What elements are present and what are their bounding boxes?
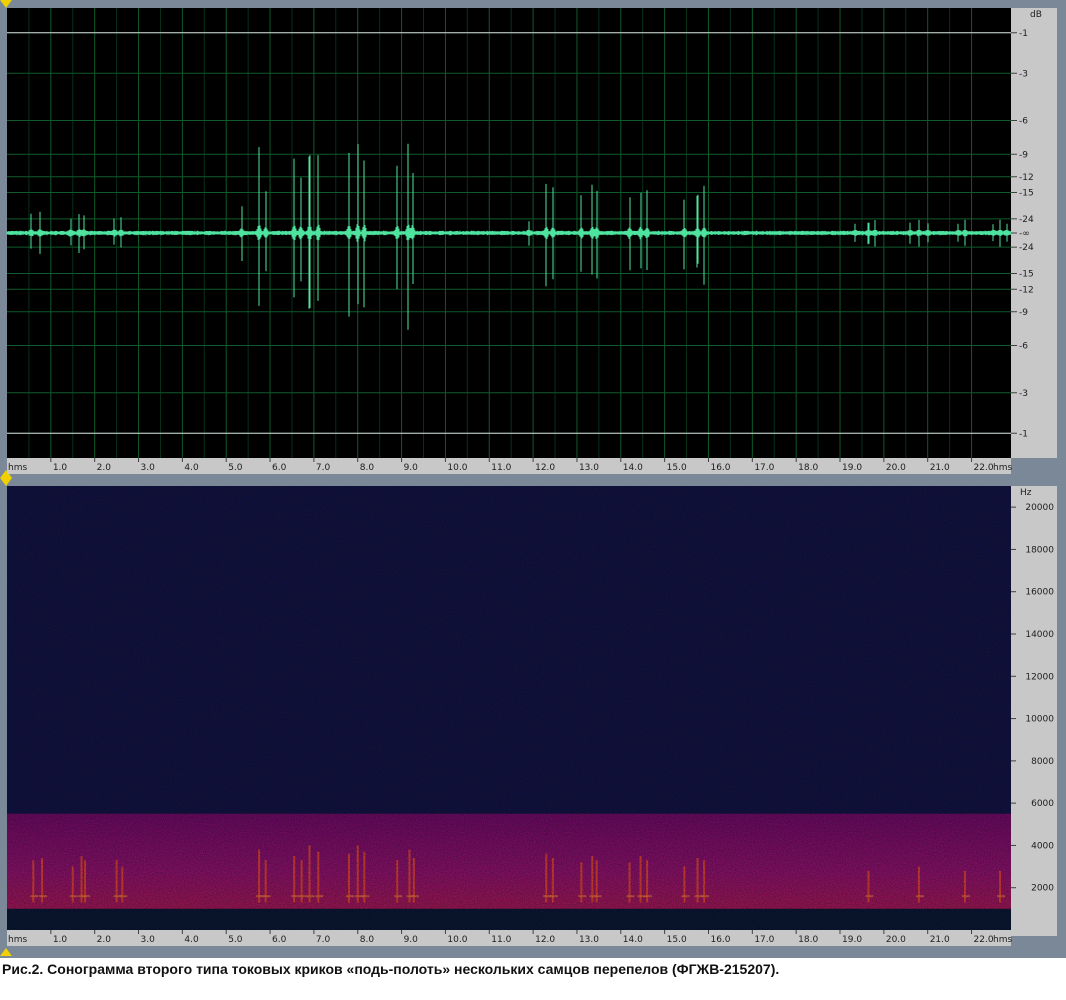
waveform-time-label: 21.0 bbox=[930, 463, 950, 473]
waveform-time-label: 4.0 bbox=[184, 463, 199, 473]
spectrogram-time-label: 1.0 bbox=[53, 935, 68, 945]
spectrogram-time-label: 7.0 bbox=[316, 935, 331, 945]
waveform-time-label: 6.0 bbox=[272, 463, 287, 473]
spectrogram-time-label: 3.0 bbox=[141, 935, 156, 945]
spectrogram-time-label: 5.0 bbox=[228, 935, 243, 945]
hz-ruler-label: 18000 bbox=[1025, 545, 1054, 555]
waveform-time-label: 8.0 bbox=[360, 463, 375, 473]
db-ruler-label: -1 bbox=[1019, 429, 1028, 439]
db-ruler-label: -24 bbox=[1019, 215, 1034, 225]
spectrogram-time-label: 13.0 bbox=[579, 935, 599, 945]
spectrogram-time-label: 4.0 bbox=[184, 935, 199, 945]
spectrogram-time-label: 18.0 bbox=[798, 935, 818, 945]
waveform-time-label: 1.0 bbox=[53, 463, 68, 473]
spectrogram-grain bbox=[7, 486, 1011, 936]
db-ruler bbox=[1011, 8, 1057, 458]
spectrogram-time-label: 22.0 bbox=[974, 935, 994, 945]
hz-ruler-label: 8000 bbox=[1031, 757, 1054, 767]
waveform-time-label: 2.0 bbox=[97, 463, 112, 473]
spectrogram-time-label: 8.0 bbox=[360, 935, 375, 945]
hz-ruler-label: 12000 bbox=[1025, 672, 1054, 682]
spectrogram-time-label: 12.0 bbox=[535, 935, 555, 945]
waveform-time-label: 9.0 bbox=[404, 463, 419, 473]
waveform-time-label: 15.0 bbox=[667, 463, 687, 473]
spectrogram-time-label: 9.0 bbox=[404, 935, 419, 945]
db-ruler-unit: dB bbox=[1030, 10, 1042, 20]
spectrogram-time-label: 14.0 bbox=[623, 935, 643, 945]
db-ruler-label: -1 bbox=[1019, 29, 1028, 39]
db-ruler-label: -3 bbox=[1019, 389, 1028, 399]
waveform-scrollbar[interactable] bbox=[1057, 8, 1066, 458]
hz-ruler-label: 10000 bbox=[1025, 715, 1054, 725]
db-ruler-label: -9 bbox=[1019, 308, 1028, 318]
db-ruler-label: -15 bbox=[1019, 270, 1034, 280]
spectrogram-panel[interactable]: Hz 2000 4000 6000 8000 10000 12000 14000 16000 18… bbox=[0, 478, 1066, 958]
spectrogram-scrollbar[interactable] bbox=[1057, 486, 1066, 936]
waveform-time-label: 11.0 bbox=[491, 463, 511, 473]
hz-ruler-label: 4000 bbox=[1031, 841, 1054, 851]
waveform-time-label: 16.0 bbox=[710, 463, 730, 473]
hz-ruler-label: 14000 bbox=[1025, 630, 1054, 640]
waveform-time-label: 13.0 bbox=[579, 463, 599, 473]
waveform-time-label: 10.0 bbox=[447, 463, 467, 473]
waveform-time-unit-left: hms bbox=[8, 463, 27, 473]
db-ruler-label: -3 bbox=[1019, 69, 1028, 79]
waveform-time-label: 18.0 bbox=[798, 463, 818, 473]
waveform-time-label: 7.0 bbox=[316, 463, 331, 473]
spectrogram-time-label: 15.0 bbox=[667, 935, 687, 945]
spectrogram-time-label: 19.0 bbox=[842, 935, 862, 945]
db-ruler-label: -6 bbox=[1019, 117, 1028, 127]
hz-ruler-unit: Hz bbox=[1020, 488, 1032, 498]
spectrogram-time-unit-left: hms bbox=[8, 935, 27, 945]
waveform-time-label: 22.0 bbox=[974, 463, 994, 473]
waveform-time-label: 20.0 bbox=[886, 463, 906, 473]
editor-window: dB -1 -3 -6 -9 -12 -15 -24 -∞ -24 -15 -12 -9 -6 -3 -1 h… bbox=[0, 0, 1066, 958]
db-ruler-label: -9 bbox=[1019, 150, 1028, 160]
figure-caption: Рис.2. Сонограмма второго типа токовых к… bbox=[2, 961, 780, 977]
db-ruler-label: -12 bbox=[1019, 285, 1034, 295]
waveform-time-label: 5.0 bbox=[228, 463, 243, 473]
spectrogram-time-label: 17.0 bbox=[754, 935, 774, 945]
db-ruler-label: -∞ bbox=[1019, 229, 1030, 239]
spectrogram-time-label: 20.0 bbox=[886, 935, 906, 945]
spectrogram-time-label: 16.0 bbox=[710, 935, 730, 945]
db-ruler-label: -6 bbox=[1019, 342, 1028, 352]
spectrogram-time-label: 6.0 bbox=[272, 935, 287, 945]
spectrogram-time-label: 11.0 bbox=[491, 935, 511, 945]
waveform-time-label: 14.0 bbox=[623, 463, 643, 473]
waveform-time-label: 19.0 bbox=[842, 463, 862, 473]
waveform-time-label: 12.0 bbox=[535, 463, 555, 473]
waveform-panel[interactable]: dB-1-3-6-9-12-15-24-∞-24-15-12-9-6-3-1 h… bbox=[0, 0, 1066, 478]
db-ruler-label: -12 bbox=[1019, 173, 1034, 183]
spectrogram-time-label: 2.0 bbox=[97, 935, 112, 945]
db-ruler-label: -24 bbox=[1019, 243, 1034, 253]
waveform-time-label: 3.0 bbox=[141, 463, 156, 473]
hz-ruler-label: 20000 bbox=[1025, 503, 1054, 513]
db-ruler-label: -15 bbox=[1019, 189, 1034, 199]
hz-ruler-label: 16000 bbox=[1025, 588, 1054, 598]
hz-ruler-label: 6000 bbox=[1031, 799, 1054, 809]
hz-ruler-label: 2000 bbox=[1031, 884, 1054, 894]
spectrogram-time-unit-right: hms bbox=[993, 935, 1012, 945]
waveform-time-label: 17.0 bbox=[754, 463, 774, 473]
spectrogram-time-label: 10.0 bbox=[447, 935, 467, 945]
spectrogram-time-label: 21.0 bbox=[930, 935, 950, 945]
waveform-time-unit-right: hms bbox=[993, 463, 1012, 473]
